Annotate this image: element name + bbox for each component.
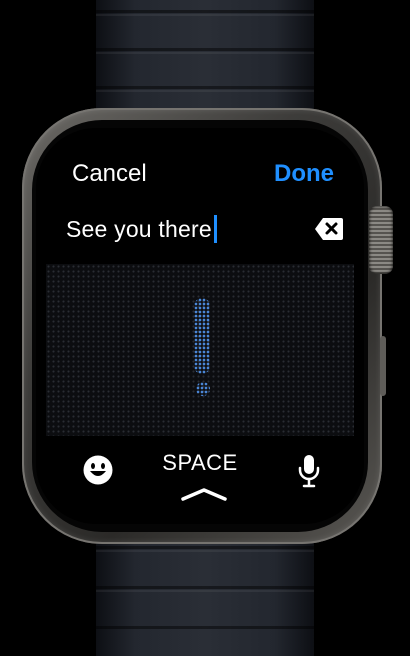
band-ridge	[96, 590, 314, 592]
digital-crown[interactable]	[369, 206, 393, 274]
band-ridge	[96, 86, 314, 89]
scribble-input-area[interactable]	[46, 264, 354, 436]
microphone-icon[interactable]	[298, 454, 320, 488]
chevron-up-icon[interactable]	[180, 486, 228, 502]
scribble-stroke	[194, 298, 210, 374]
done-button[interactable]: Done	[274, 160, 334, 188]
cancel-button[interactable]: Cancel	[72, 160, 147, 188]
delete-backward-icon[interactable]	[314, 216, 344, 242]
band-ridge	[96, 10, 314, 13]
band-ridge	[96, 52, 314, 54]
band-ridge	[96, 48, 314, 51]
text-cursor	[213, 215, 217, 243]
text-input-field[interactable]: See you there	[66, 214, 217, 244]
band-ridge	[96, 14, 314, 16]
scribble-stroke	[196, 382, 210, 396]
band-ridge	[96, 90, 314, 92]
band-ridge	[96, 546, 314, 549]
band-ridge	[96, 550, 314, 552]
watch-screen: Cancel Done See you there SPACE	[36, 128, 364, 524]
side-button[interactable]	[380, 336, 386, 396]
text-field-value: See you there	[66, 215, 212, 242]
band-ridge	[96, 586, 314, 589]
band-ridge	[96, 626, 314, 629]
